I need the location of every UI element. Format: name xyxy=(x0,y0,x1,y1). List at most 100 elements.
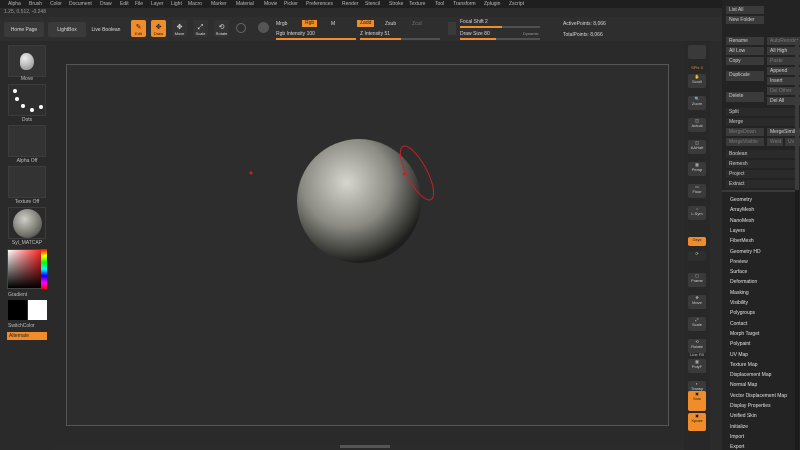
secondary-color-swatch[interactable] xyxy=(28,300,47,320)
menu-item-light[interactable]: Light xyxy=(171,1,182,7)
project-section[interactable]: Project xyxy=(726,170,798,178)
live-boolean-button[interactable]: Live Boolean xyxy=(88,22,124,37)
primary-color-swatch[interactable] xyxy=(8,300,27,320)
new-folder-button[interactable]: New Folder xyxy=(726,16,764,24)
boolean-section[interactable]: Boolean xyxy=(726,150,798,158)
rgb-intensity-slider[interactable] xyxy=(276,38,356,40)
list-all-button[interactable]: List All xyxy=(726,6,764,14)
split-section[interactable]: Split xyxy=(726,108,798,116)
spix-label[interactable]: SPix 3 xyxy=(684,65,710,70)
viewport-svg[interactable] xyxy=(67,65,670,427)
persp-button[interactable]: ▦ Persp xyxy=(688,162,706,176)
menu-item-movie[interactable]: Movie xyxy=(264,1,277,7)
menu-item-document[interactable]: Document xyxy=(69,1,92,7)
rgb-toggle[interactable]: Rgb xyxy=(302,20,318,27)
rotate-view-button[interactable]: ⟲ Rotate xyxy=(688,339,706,353)
menu-item-marker[interactable]: Marker xyxy=(211,1,227,7)
tool-menu-export[interactable]: Export xyxy=(730,444,744,450)
menu-item-zplugin[interactable]: Zplugin xyxy=(484,1,500,7)
frame-button[interactable]: ▢ Frame xyxy=(688,273,706,287)
menu-item-color[interactable]: Color xyxy=(50,1,62,7)
alpha-thumbnail[interactable] xyxy=(8,125,46,157)
tool-menu-masking[interactable]: Masking xyxy=(730,290,749,296)
zsub-toggle[interactable]: Zsub xyxy=(385,21,396,27)
weld-button[interactable]: Weld xyxy=(767,138,783,146)
tool-menu-visibility[interactable]: Visibility xyxy=(730,300,748,306)
alternate-button[interactable]: Alternate xyxy=(7,332,47,340)
menu-item-transform[interactable]: Transform xyxy=(453,1,476,7)
remesh-section[interactable]: Remesh xyxy=(726,160,798,168)
texture-thumbnail[interactable] xyxy=(8,166,46,198)
menu-item-zscript[interactable]: Zscript xyxy=(509,1,524,7)
tool-menu-display-properties[interactable]: Display Properties xyxy=(730,403,771,409)
merge-section[interactable]: Merge xyxy=(726,118,798,126)
brush-thumbnail[interactable] xyxy=(8,45,46,77)
edit-button[interactable]: ✎ Edit xyxy=(131,20,146,37)
draw-button[interactable]: ✥ Draw xyxy=(151,20,166,37)
menu-item-draw[interactable]: Draw xyxy=(100,1,112,7)
menu-item-texture[interactable]: Texture xyxy=(409,1,425,7)
duplicate-button[interactable]: Duplicate xyxy=(726,71,764,81)
tool-menu-contact[interactable]: Contact xyxy=(730,321,747,327)
home-page-button[interactable]: Home Page xyxy=(4,22,44,37)
tool-menu-preview[interactable]: Preview xyxy=(730,259,748,265)
move-button[interactable]: ✥ Move xyxy=(172,20,187,37)
delete-button[interactable]: Delete xyxy=(726,92,764,102)
mrgb-toggle[interactable]: Mrgb xyxy=(276,21,287,27)
tool-menu-unified-skin[interactable]: Unified Skin xyxy=(730,413,757,419)
tool-menu-geometry-hd[interactable]: Geometry HD xyxy=(730,249,761,255)
menu-item-material[interactable]: Material xyxy=(236,1,254,7)
m-toggle[interactable]: M xyxy=(331,21,335,27)
tool-menu-layers[interactable]: Layers xyxy=(730,228,745,234)
menu-item-stroke[interactable]: Stroke xyxy=(389,1,403,7)
copy-button[interactable]: Copy xyxy=(726,57,764,65)
tool-menu-polypaint[interactable]: Polypaint xyxy=(730,341,751,347)
scale-button[interactable]: ⤢ Scale xyxy=(193,20,208,37)
menu-item-preferences[interactable]: Preferences xyxy=(306,1,333,7)
menu-item-macro[interactable]: Macro xyxy=(188,1,202,7)
rotate-button[interactable]: ⟲ Rotate xyxy=(214,20,229,37)
tool-menu-polygroups[interactable]: Polygroups xyxy=(730,310,755,316)
tool-menu-nanomesh[interactable]: NanoMesh xyxy=(730,218,754,224)
merge-visible-button[interactable]: MergeVisible xyxy=(726,138,764,146)
xyz-button[interactable]: Gxyz xyxy=(688,237,706,246)
tool-menu-texture-map[interactable]: Texture Map xyxy=(730,362,758,368)
tool-menu-geometry[interactable]: Geometry xyxy=(730,197,752,203)
rename-button[interactable]: Rename xyxy=(726,37,764,45)
scale-view-button[interactable]: ⤢ Scale xyxy=(688,317,706,331)
linefill-label[interactable]: Line Fill xyxy=(684,352,710,357)
sphere-mesh[interactable] xyxy=(297,139,421,263)
zcut-toggle[interactable]: Zcut xyxy=(412,21,422,27)
sculpt-icon[interactable] xyxy=(448,22,456,35)
menu-item-edit[interactable]: Edit xyxy=(120,1,129,7)
horizontal-scroll-handle[interactable] xyxy=(340,445,390,448)
local-sym-button[interactable]: ⇔ L.Sym xyxy=(688,206,706,220)
floor-button[interactable]: ▭ Floor xyxy=(688,184,706,198)
tool-menu-fibermesh[interactable]: FiberMesh xyxy=(730,238,754,244)
solo-button[interactable]: ▣ Solo xyxy=(688,391,706,411)
merge-down-button[interactable]: MergeDown xyxy=(726,128,764,136)
all-low-button[interactable]: All Low xyxy=(726,47,764,55)
document-canvas[interactable] xyxy=(66,64,669,426)
zadd-toggle[interactable]: Zadd xyxy=(357,20,375,27)
hue-slider[interactable] xyxy=(41,249,47,289)
menu-item-file[interactable]: File xyxy=(135,1,143,7)
draw-size-slider[interactable] xyxy=(460,38,540,40)
xpose-button[interactable]: ▣ Xpose xyxy=(688,413,706,431)
material-thumbnail[interactable] xyxy=(8,207,46,239)
extract-section[interactable]: Extract xyxy=(726,180,798,188)
focal-shift-slider[interactable] xyxy=(460,26,540,28)
palette-scrollbar[interactable] xyxy=(795,40,799,450)
tool-menu-vector-displacement-map[interactable]: Vector Displacement Map xyxy=(730,393,787,399)
tool-menu-normal-map[interactable]: Normal Map xyxy=(730,382,757,388)
scroll-button[interactable]: ✋ Scroll xyxy=(688,74,706,88)
polyf-button[interactable]: ▦ PolyF xyxy=(688,359,706,373)
menu-item-alpha[interactable]: Alpha xyxy=(8,1,21,7)
z-intensity-slider[interactable] xyxy=(360,38,440,40)
menu-item-picker[interactable]: Picker xyxy=(284,1,298,7)
color-sphere-icon[interactable] xyxy=(258,22,269,33)
tool-menu-deformation[interactable]: Deformation xyxy=(730,279,757,285)
tool-menu-import[interactable]: Import xyxy=(730,434,744,440)
gyro-icon[interactable] xyxy=(236,23,246,33)
tool-menu-morph-target[interactable]: Morph Target xyxy=(730,331,759,337)
